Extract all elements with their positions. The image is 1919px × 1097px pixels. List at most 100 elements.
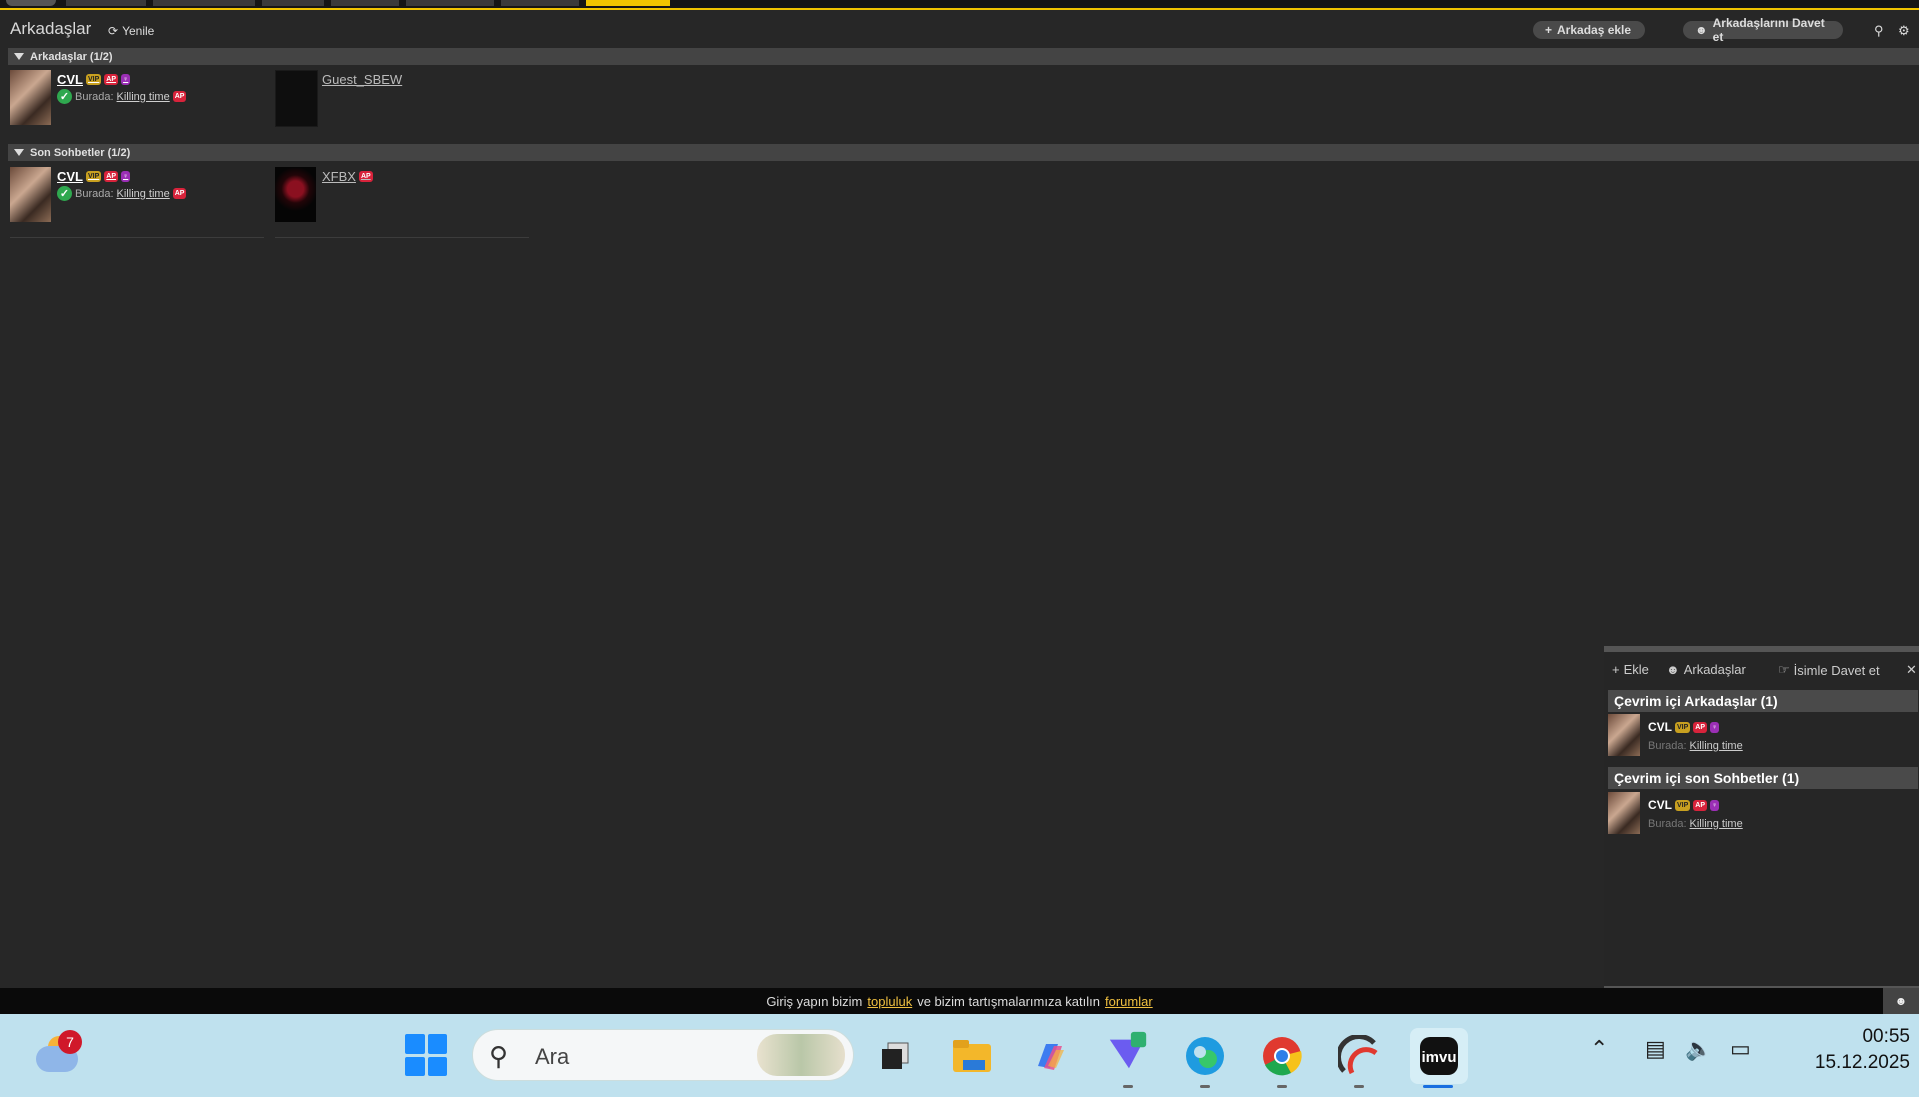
status-prefix: Burada:	[75, 90, 114, 103]
friend-name[interactable]: CVL VIP AP ♀	[57, 169, 131, 184]
running-indicator	[1123, 1085, 1133, 1088]
svg-text:imvu: imvu	[1421, 1049, 1456, 1066]
status-room-link[interactable]: Killing time	[117, 91, 170, 103]
friend-name[interactable]: XFBX AP	[322, 169, 373, 184]
friend-name-text[interactable]: CVL	[57, 169, 83, 184]
recent-section-title: Son Sohbetler (1/2)	[30, 146, 131, 159]
status-room-link[interactable]: Killing time	[117, 188, 170, 200]
volume-icon[interactable]: 🔈	[1685, 1036, 1712, 1062]
friend-name-text[interactable]: CVL	[57, 72, 83, 87]
running-indicator	[1354, 1085, 1364, 1088]
nav-tab-active[interactable]	[586, 0, 670, 6]
users-icon: ☻	[1666, 662, 1680, 677]
friend-name-text[interactable]: CVL	[1648, 798, 1672, 812]
tab-add-label: Ekle	[1623, 662, 1649, 677]
female-badge: ♀	[1710, 721, 1720, 733]
avatar[interactable]	[1608, 792, 1640, 834]
network-icon[interactable]: ▤	[1645, 1036, 1666, 1062]
close-icon[interactable]: ✕	[1906, 662, 1917, 678]
edge-browser-icon[interactable]	[1183, 1034, 1227, 1078]
avatar[interactable]	[10, 167, 51, 222]
status-room-link[interactable]: Killing time	[1690, 818, 1743, 830]
online-check-icon: ✓	[57, 186, 72, 201]
recent-card[interactable]: CVL VIP AP ♀ ✓ Burada: Killing time AP	[10, 167, 266, 227]
scanner-app-icon[interactable]	[1337, 1034, 1381, 1078]
task-view-icon[interactable]	[873, 1034, 917, 1078]
friend-name[interactable]: CVL VIP AP ♀	[1648, 720, 1720, 734]
add-user-icon: +	[1545, 23, 1553, 37]
list-item[interactable]: CVL VIP AP ♀ Burada: Killing time	[1608, 714, 1908, 762]
add-friend-button[interactable]: + Arkadaş ekle	[1533, 21, 1645, 39]
copilot-icon[interactable]	[1028, 1034, 1072, 1078]
imvu-app-icon[interactable]: imvu	[1410, 1028, 1468, 1084]
start-button[interactable]	[405, 1034, 447, 1076]
forums-link[interactable]: forumlar	[1105, 994, 1153, 1009]
friend-status: Burada: Killing time	[1648, 818, 1743, 830]
add-friend-label: Arkadaş ekle	[1557, 23, 1632, 37]
friend-name[interactable]: CVL VIP AP ♀	[57, 72, 131, 87]
status-room-link[interactable]: Killing time	[1690, 740, 1743, 752]
friend-card[interactable]: Guest_SBEW	[275, 70, 531, 130]
recent-card[interactable]: XFBX AP	[275, 167, 531, 227]
collapse-triangle-icon[interactable]	[14, 53, 24, 60]
nav-tab[interactable]	[66, 0, 146, 6]
friend-name[interactable]: Guest_SBEW	[322, 72, 402, 87]
avatar[interactable]	[275, 167, 316, 222]
imvu-logo[interactable]	[6, 0, 56, 6]
invite-friends-button[interactable]: ☻ Arkadaşlarını Davet et	[1683, 16, 1843, 44]
avatar[interactable]	[10, 70, 51, 125]
avatar[interactable]	[275, 70, 318, 127]
vip-badge: VIP	[86, 171, 102, 182]
tab-invite-label: İsimle Davet et	[1793, 662, 1880, 678]
vip-badge: VIP	[1675, 721, 1691, 733]
friend-card[interactable]: CVL VIP AP ♀ ✓ Burada: Killing time AP	[10, 70, 266, 130]
nav-tab[interactable]	[262, 0, 324, 6]
chevron-up-icon[interactable]: ⌃	[1590, 1036, 1608, 1062]
nav-tab[interactable]	[153, 0, 255, 6]
system-clock[interactable]: 00:55 15.12.2025	[1780, 1026, 1910, 1074]
page-header: Arkadaşlar ⟳ Yenile + Arkadaş ekle ☻ Ark…	[0, 10, 1919, 46]
people-panel-toggle-icon[interactable]: ☻	[1883, 988, 1919, 1014]
gear-icon[interactable]: ⚙	[1898, 23, 1914, 39]
tab-invite-by-name[interactable]: ☞ İsimle Davet et	[1778, 662, 1880, 678]
search-icon[interactable]: ⚲	[1874, 23, 1890, 39]
friend-name[interactable]: CVL VIP AP ♀	[1648, 798, 1720, 812]
refresh-label: Yenile	[122, 24, 155, 38]
ap-badge: AP	[358, 171, 373, 182]
community-link[interactable]: topluluk	[867, 994, 912, 1009]
female-badge: ♀	[1710, 799, 1720, 811]
collapse-triangle-icon[interactable]	[14, 149, 24, 156]
nav-tab[interactable]	[406, 0, 494, 6]
friends-section-header[interactable]: Arkadaşlar (1/2)	[8, 48, 1919, 65]
refresh-button[interactable]: ⟳ Yenile	[108, 24, 154, 38]
running-indicator	[1200, 1085, 1210, 1088]
battery-icon[interactable]: ▭	[1730, 1036, 1751, 1062]
tab-add[interactable]: + Ekle	[1612, 662, 1649, 677]
female-badge: ♀	[121, 74, 131, 85]
friend-name-text[interactable]: XFBX	[322, 169, 356, 184]
friends-section-title: Arkadaşlar (1/2)	[30, 50, 113, 63]
file-explorer-icon[interactable]	[950, 1034, 994, 1078]
list-item[interactable]: CVL VIP AP ♀ Burada: Killing time	[1608, 792, 1908, 840]
search-highlight-image[interactable]	[757, 1034, 845, 1076]
ap-badge: AP	[172, 188, 187, 199]
recent-section-header[interactable]: Son Sohbetler (1/2)	[8, 144, 1919, 161]
clock-time: 00:55	[1862, 1026, 1910, 1047]
nav-tab[interactable]	[331, 0, 399, 6]
status-prefix: Burada:	[1648, 740, 1687, 752]
nav-tab[interactable]	[501, 0, 579, 6]
avatar[interactable]	[1608, 714, 1640, 756]
divider	[275, 237, 529, 238]
friend-name-text[interactable]: Guest_SBEW	[322, 72, 402, 87]
online-friends-panel: + Ekle ☻ Arkadaşlar ☞ İsimle Davet et ✕ …	[1604, 646, 1919, 994]
ap-badge: AP	[172, 91, 187, 102]
ap-badge: AP	[1693, 799, 1708, 811]
vpn-app-icon[interactable]	[1106, 1030, 1150, 1074]
active-app-indicator	[1423, 1085, 1453, 1088]
friend-name-text[interactable]: CVL	[1648, 720, 1672, 734]
weather-widget[interactable]: 7	[36, 1030, 82, 1076]
taskbar-search[interactable]: ⚲ Ara	[472, 1029, 854, 1081]
tab-friends[interactable]: ☻ Arkadaşlar	[1666, 662, 1746, 677]
chrome-browser-icon[interactable]	[1260, 1034, 1304, 1078]
vip-badge: VIP	[1675, 799, 1691, 811]
